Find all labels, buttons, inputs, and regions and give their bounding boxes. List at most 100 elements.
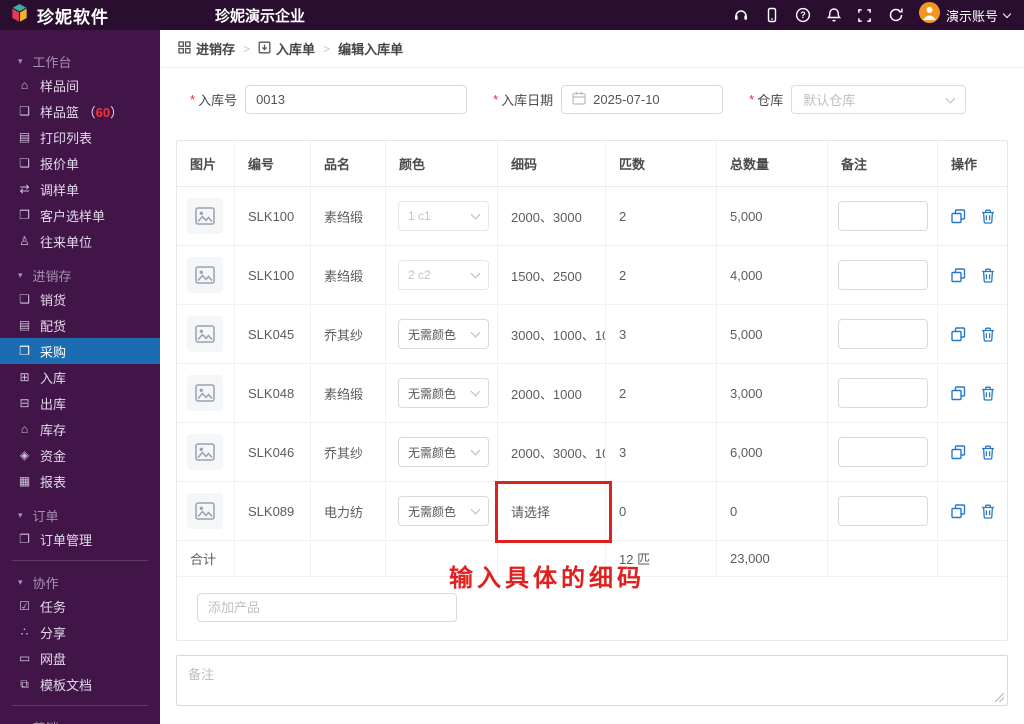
- sample-basket-icon: ❑: [19, 104, 30, 118]
- sidebar-item[interactable]: ⌂ 样品间: [0, 72, 160, 98]
- copy-row-icon[interactable]: [951, 208, 966, 224]
- order-no-input[interactable]: [245, 85, 468, 114]
- copy-row-icon[interactable]: [951, 267, 966, 283]
- delete-row-icon[interactable]: [981, 504, 995, 519]
- sidebar-item[interactable]: ❑ 样品篮 （60）: [0, 98, 160, 124]
- sidebar-item[interactable]: ▤ 打印列表: [0, 124, 160, 150]
- table-header-cell: 匹数: [606, 141, 717, 187]
- delete-row-icon[interactable]: [981, 445, 995, 460]
- product-image-placeholder[interactable]: [187, 434, 223, 470]
- triangle-down-icon: ▾: [18, 55, 23, 66]
- chevron-down-icon: [470, 386, 481, 397]
- headset-icon[interactable]: [733, 7, 749, 23]
- resize-grip[interactable]: [995, 693, 1004, 702]
- copy-row-icon[interactable]: [951, 503, 966, 519]
- size-codes-cell[interactable]: 2000、3000、1000: [498, 423, 606, 482]
- bell-icon[interactable]: [826, 7, 842, 23]
- notes-textarea[interactable]: [176, 655, 1008, 706]
- add-product-input[interactable]: [197, 593, 457, 622]
- quotation-icon: ❏: [19, 156, 30, 170]
- delete-row-icon[interactable]: [981, 209, 995, 224]
- product-image-placeholder[interactable]: [187, 493, 223, 529]
- sidebar-item[interactable]: ⊟ 出库: [0, 390, 160, 416]
- delete-row-icon[interactable]: [981, 268, 995, 283]
- product-code-cell: SLK048: [235, 364, 311, 423]
- total-quantity-cell: 6,000: [717, 423, 828, 482]
- sidebar-item[interactable]: ❒ 采购: [0, 338, 160, 364]
- sidebar-item[interactable]: ▤ 配货: [0, 312, 160, 338]
- breadcrumb-item[interactable]: 入库单: [258, 39, 315, 58]
- color-select[interactable]: 1 c1: [398, 201, 489, 231]
- sidebar-item[interactable]: ❏ 销货: [0, 286, 160, 312]
- sidebar-item[interactable]: ⧉ 模板文档: [0, 671, 160, 697]
- size-codes-cell[interactable]: 2000、1000: [498, 364, 606, 423]
- dispatch-icon: ▤: [18, 318, 31, 332]
- color-select[interactable]: 无需颜色: [398, 319, 489, 349]
- help-icon[interactable]: ?: [795, 7, 811, 23]
- inventory-icon: ⌂: [20, 422, 29, 436]
- copy-row-icon[interactable]: [951, 385, 966, 401]
- color-select[interactable]: 2 c2: [398, 260, 489, 290]
- delete-row-icon[interactable]: [981, 327, 995, 342]
- copy-row-icon[interactable]: [951, 326, 966, 342]
- template-doc-icon: ⧉: [20, 676, 29, 691]
- fullscreen-icon[interactable]: [857, 7, 873, 23]
- sidebar-section-title[interactable]: ▾ 工作台: [0, 50, 160, 72]
- sidebar-item[interactable]: ▭ 网盘: [0, 645, 160, 671]
- total-pieces-cell: 12 匹: [606, 541, 717, 577]
- sidebar-item[interactable]: ❏ 报价单: [0, 150, 160, 176]
- sidebar-divider: [12, 560, 148, 561]
- delete-row-icon[interactable]: [981, 386, 995, 401]
- outbound-icon: ⊟: [19, 396, 30, 410]
- product-image-placeholder[interactable]: [187, 375, 223, 411]
- size-codes-cell[interactable]: 3000、1000、1000: [498, 305, 606, 364]
- color-select[interactable]: 无需颜色: [398, 496, 489, 526]
- sidebar-item[interactable]: ♙ 往来单位: [0, 228, 160, 254]
- sidebar-item[interactable]: ❐ 订单管理: [0, 526, 160, 552]
- row-remark-input[interactable]: [838, 201, 928, 231]
- mobile-icon[interactable]: [764, 7, 780, 23]
- breadcrumb-item[interactable]: 进销存: [178, 39, 235, 58]
- sidebar-item[interactable]: ⇄ 调样单: [0, 176, 160, 202]
- brand-logo[interactable]: 珍妮软件: [0, 2, 215, 29]
- row-remark-input[interactable]: [838, 437, 928, 467]
- date-input[interactable]: 2025-07-10: [561, 85, 724, 114]
- row-remark-input[interactable]: [838, 260, 928, 290]
- product-image-placeholder[interactable]: [187, 316, 223, 352]
- sidebar-section-title[interactable]: ▾ 进销存: [0, 264, 160, 286]
- account-menu[interactable]: 演示账号: [918, 2, 1012, 28]
- home-icon: ⌂: [20, 78, 29, 92]
- table-row: SLK045 乔其纱 无需颜色 3000、1000、1000 3 5,000: [177, 305, 1007, 364]
- color-select[interactable]: 无需颜色: [398, 437, 489, 467]
- size-codes-cell[interactable]: 2000、3000: [498, 187, 606, 246]
- sidebar-item[interactable]: ∴ 分享: [0, 619, 160, 645]
- copy-row-icon[interactable]: [951, 444, 966, 460]
- size-codes-cell[interactable]: 1500、2500: [498, 246, 606, 305]
- sidebar-section-title[interactable]: ▾ 协作: [0, 571, 160, 593]
- product-image-placeholder[interactable]: [187, 257, 223, 293]
- order-form: *入库号 *入库日期 2025-07-10 *仓库 默认仓库: [190, 85, 1008, 114]
- app-window: 珍妮软件 珍妮演示企业 ? 演示账号 ▾ 工作台 ⌂ 样品间 ❑ 样品篮 （60…: [0, 0, 1024, 724]
- total-quantity-cell: 3,000: [717, 364, 828, 423]
- sidebar-section-title[interactable]: ▾ 订单: [0, 504, 160, 526]
- product-image-placeholder[interactable]: [187, 198, 223, 234]
- sidebar-item[interactable]: ❒ 客户选样单: [0, 202, 160, 228]
- sidebar-section-title[interactable]: ▾营销: [0, 716, 160, 724]
- pieces-cell: 2: [606, 246, 717, 305]
- sidebar-item[interactable]: ⊞ 入库: [0, 364, 160, 390]
- topbar-actions: ? 演示账号: [733, 2, 1024, 28]
- sidebar-item[interactable]: ☑ 任务: [0, 593, 160, 619]
- row-remark-input[interactable]: [838, 496, 928, 526]
- top-bar: 珍妮软件 珍妮演示企业 ? 演示账号: [0, 0, 1024, 30]
- row-remark-input[interactable]: [838, 319, 928, 349]
- product-name-cell: 乔其纱: [311, 305, 386, 364]
- row-remark-input[interactable]: [838, 378, 928, 408]
- sidebar-item[interactable]: ◈ 资金: [0, 442, 160, 468]
- size-codes-cell[interactable]: 请选择: [498, 482, 606, 541]
- table-header-cell: 颜色: [386, 141, 498, 187]
- sidebar-item[interactable]: ▦ 报表: [0, 468, 160, 494]
- color-select[interactable]: 无需颜色: [398, 378, 489, 408]
- sidebar-item[interactable]: ⌂ 库存: [0, 416, 160, 442]
- warehouse-select[interactable]: 默认仓库: [791, 85, 967, 114]
- refresh-icon[interactable]: [888, 7, 904, 23]
